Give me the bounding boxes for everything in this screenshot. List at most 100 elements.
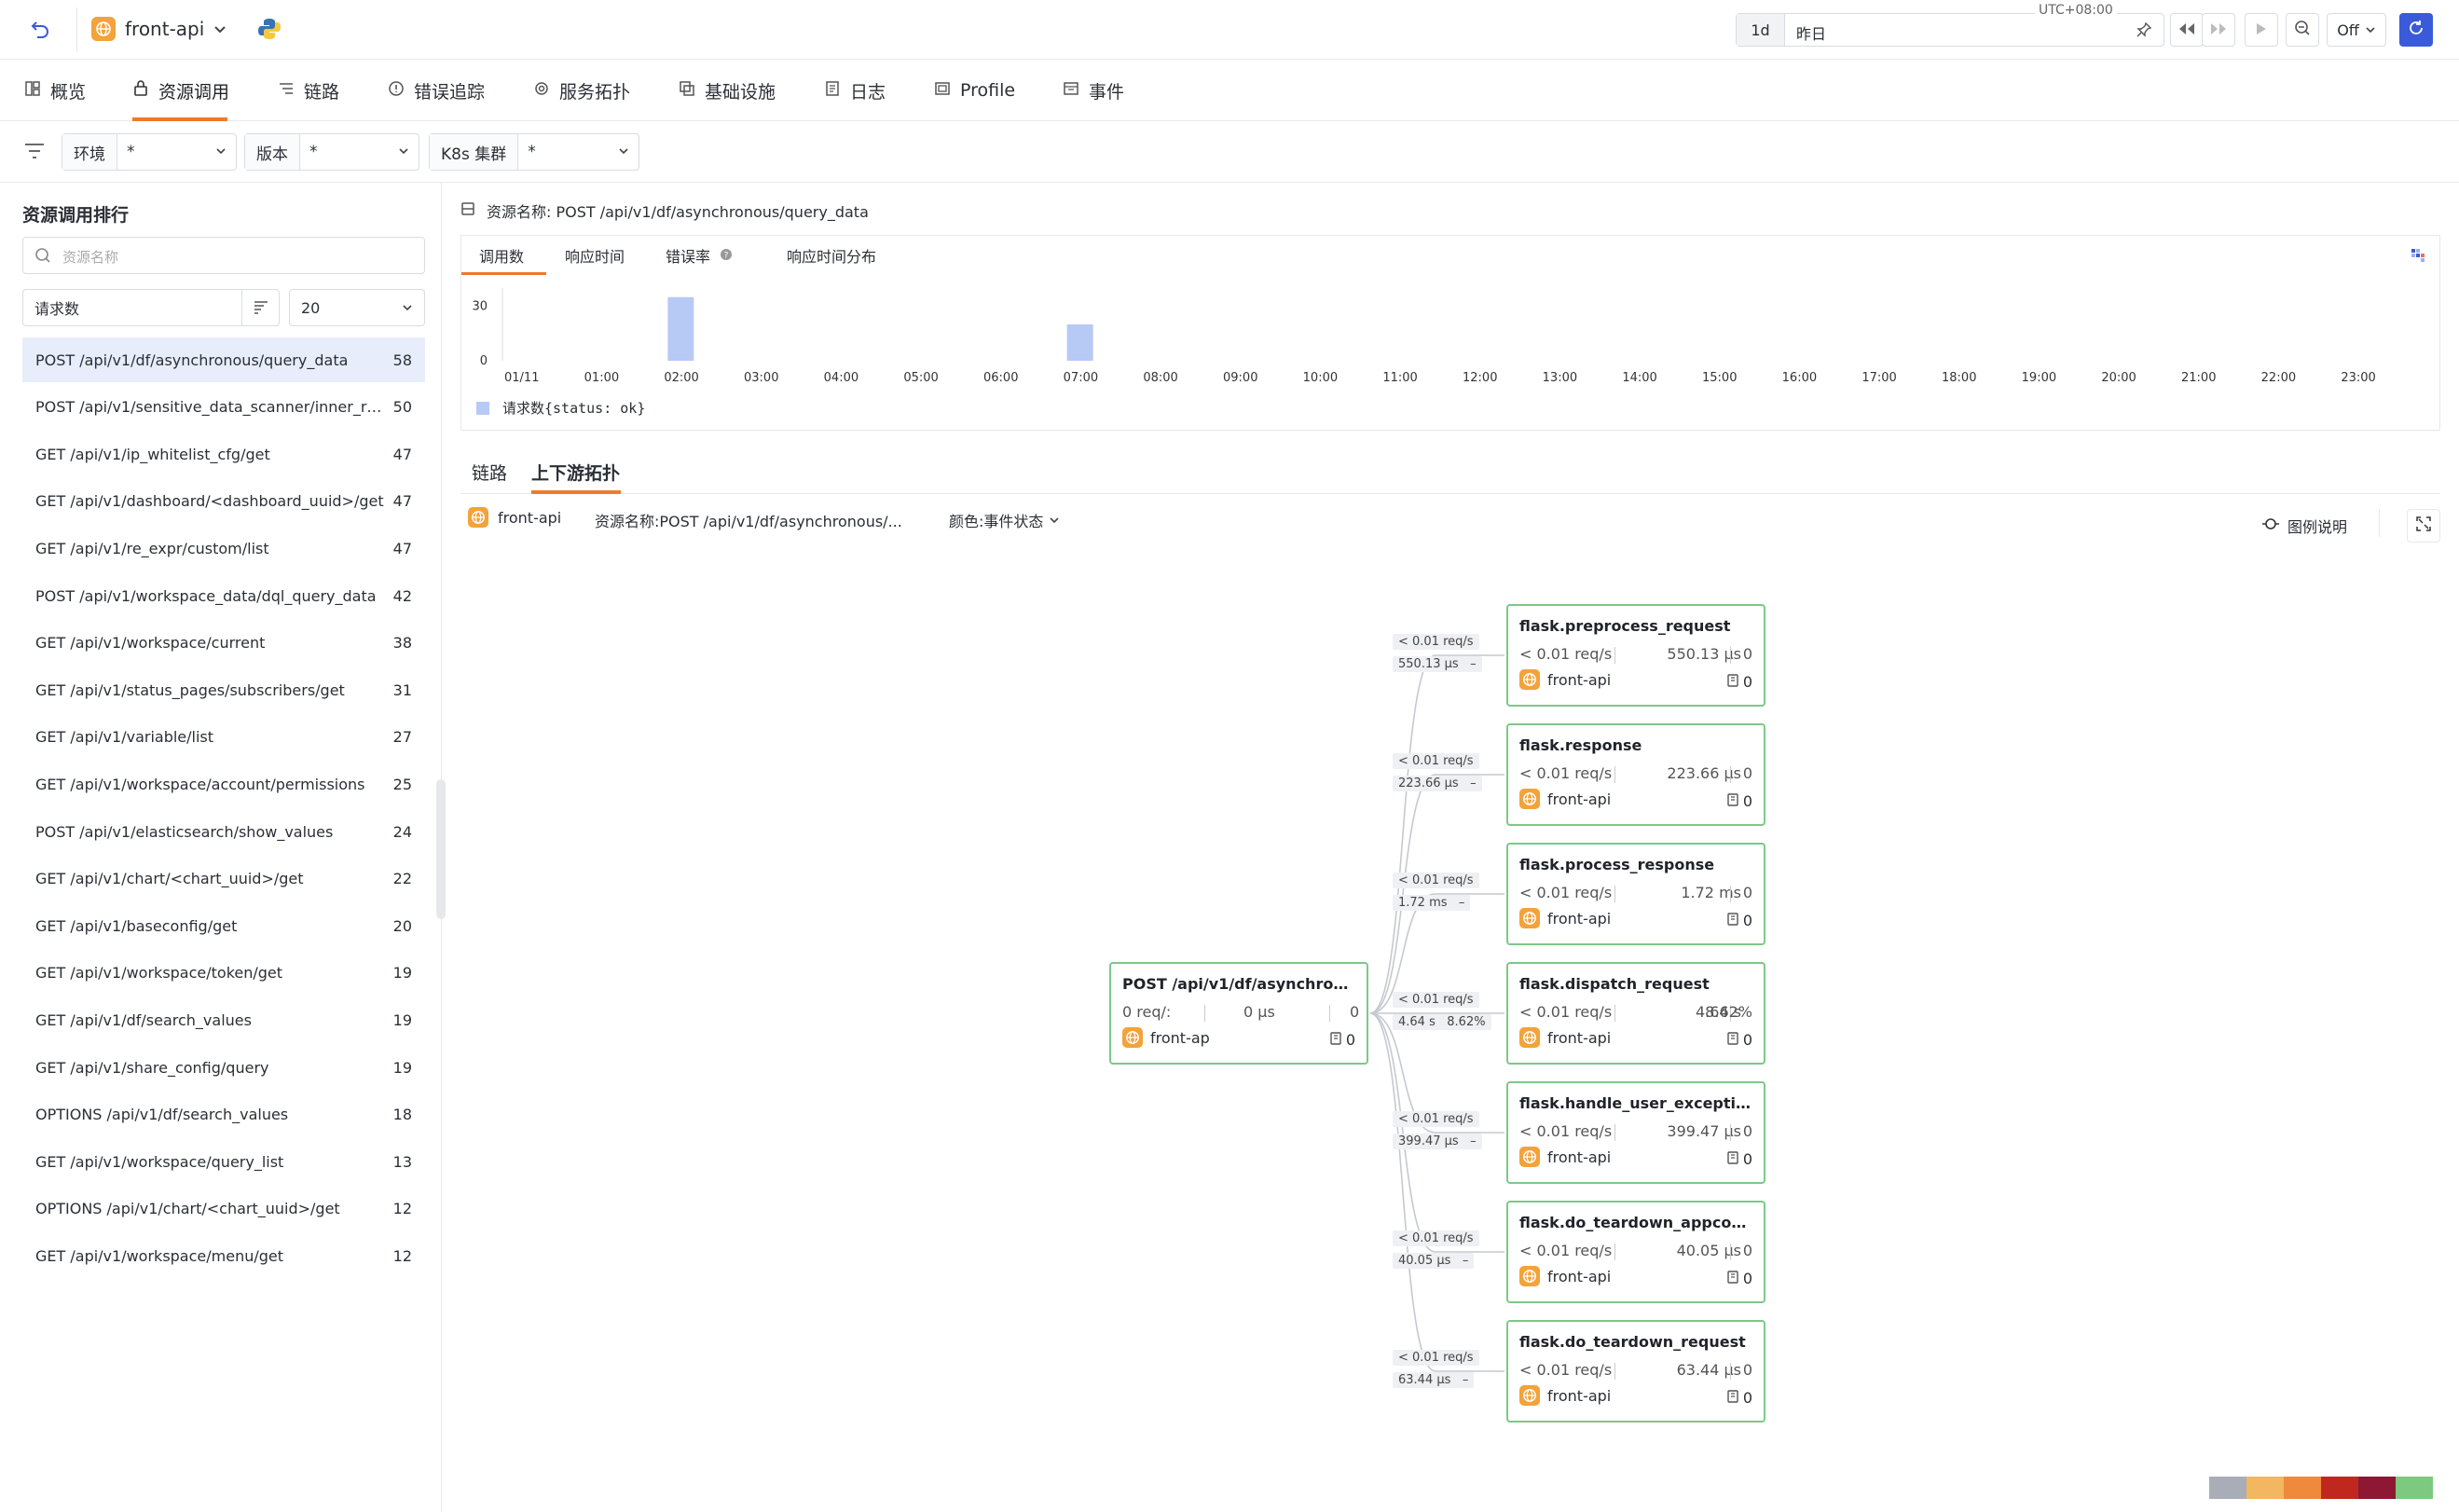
resource-name: POST /api/v1/df/asynchronous/query_data: [35, 351, 349, 369]
list-item[interactable]: GET /api/v1/variable/list 27: [22, 715, 425, 760]
tab-trace[interactable]: 链路: [472, 451, 507, 492]
list-item[interactable]: GET /api/v1/status_pages/subscribers/get…: [22, 667, 425, 712]
tab-traces[interactable]: 链路: [278, 60, 339, 121]
service-name: front-api: [1547, 1386, 1612, 1405]
topology-target-node[interactable]: flask.do_teardown_request < 0.01 req/s 63.…: [1506, 1320, 1765, 1423]
node-title: flask.handle_user_exception: [1519, 1094, 1752, 1112]
tab-label: 错误追踪: [414, 81, 486, 103]
topology-target-node[interactable]: flask.preprocess_request < 0.01 req/s 550.…: [1506, 604, 1765, 707]
color-scale-swatch: [2284, 1477, 2321, 1499]
list-item[interactable]: GET /api/v1/ip_whitelist_cfg/get 47: [22, 432, 425, 476]
tab-service-topology[interactable]: 服务拓扑: [533, 60, 630, 121]
zoom-out-button[interactable]: [2286, 13, 2319, 47]
time-range-picker[interactable]: 1d 昨日 UTC+08:00: [1736, 3, 2164, 47]
legend-explanation-button[interactable]: 图例说明: [2261, 515, 2347, 537]
list-item[interactable]: OPTIONS /api/v1/df/search_values 18: [22, 1093, 425, 1137]
topology-target-node[interactable]: flask.response < 0.01 req/s 223.66 μs 0 fron…: [1506, 723, 1765, 826]
filter-value: *: [528, 143, 536, 161]
list-item[interactable]: GET /api/v1/workspace/query_list 13: [22, 1139, 425, 1184]
tab-label: 链路: [304, 81, 340, 103]
tab-events[interactable]: 事件: [1063, 60, 1124, 121]
list-item[interactable]: GET /api/v1/workspace/current 38: [22, 621, 425, 666]
tab-overview[interactable]: 概览: [24, 60, 86, 121]
list-item[interactable]: POST /api/v1/workspace_data/dql_query_da…: [22, 573, 425, 618]
refresh-mode-select[interactable]: Off: [2327, 13, 2386, 47]
service-selector[interactable]: front-api: [91, 17, 227, 41]
list-item[interactable]: GET /api/v1/df/search_values 19: [22, 997, 425, 1042]
tab-error-tracking[interactable]: 错误追踪: [388, 60, 485, 121]
tab-label: 基础设施: [705, 81, 776, 103]
list-item[interactable]: GET /api/v1/chart/<chart_uuid>/get 22: [22, 857, 425, 901]
back-icon[interactable]: [30, 19, 50, 39]
topology-target-node[interactable]: flask.process_response < 0.01 req/s 1.72 m…: [1506, 843, 1765, 945]
tab-logs[interactable]: 日志: [824, 60, 886, 121]
refresh-button[interactable]: [2399, 13, 2433, 47]
request-count: 12: [392, 1200, 412, 1218]
request-count: 12: [392, 1246, 412, 1265]
sort-metric-select[interactable]: 请求数: [22, 289, 280, 326]
fullscreen-button[interactable]: [2407, 509, 2440, 543]
resource-name: POST /api/v1/workspace_data/dql_query_da…: [35, 586, 377, 605]
globe-icon: [1519, 669, 1540, 690]
fast-forward-button[interactable]: [2202, 13, 2235, 47]
topology-target-node[interactable]: flask.do_teardown_appcontext < 0.01 req/s…: [1506, 1201, 1765, 1303]
tab-profile[interactable]: Profile: [934, 60, 1015, 121]
divider: [1614, 647, 1615, 664]
edge-latency: 399.47 μs: [1398, 1134, 1459, 1148]
edge-latency-label: 399.47 μs –: [1393, 1134, 1482, 1149]
list-item[interactable]: OPTIONS /api/v1/chart/<chart_uuid>/get 12: [22, 1187, 425, 1231]
panel-resize-handle[interactable]: [436, 779, 446, 919]
env-filter[interactable]: 环境 *: [62, 133, 237, 171]
edge-rate-label: < 0.01 req/s: [1393, 992, 1479, 1008]
chart-bar[interactable]: [1066, 324, 1093, 361]
list-item[interactable]: POST /api/v1/elasticsearch/show_values 24: [22, 809, 425, 854]
limit-select[interactable]: 20: [289, 289, 425, 326]
request-count: 42: [392, 586, 412, 605]
list-item[interactable]: GET /api/v1/dashboard/<dashboard_uuid>/g…: [22, 479, 425, 524]
x-tick-label: 15:00: [1702, 371, 1737, 385]
color-scale-swatch: [2246, 1477, 2284, 1499]
k8s-cluster-filter[interactable]: K8s 集群 *: [429, 133, 639, 171]
globe-icon: [91, 17, 116, 41]
rewind-button[interactable]: [2170, 13, 2204, 47]
topology-target-node[interactable]: flask.handle_user_exception < 0.01 req/s 3…: [1506, 1081, 1765, 1184]
list-item[interactable]: GET /api/v1/workspace/menu/get 12: [22, 1233, 425, 1278]
alert-icon: [388, 80, 405, 102]
topology-source-node[interactable]: POST /api/v1/df/asynchronou... 0 req/: 0…: [1109, 962, 1368, 1065]
topology-edge: [1369, 654, 1504, 1014]
search-input[interactable]: 资源名称: [22, 237, 425, 274]
filter-icon[interactable]: [24, 142, 45, 164]
x-tick-label: 12:00: [1463, 371, 1497, 385]
pin-icon[interactable]: [2136, 21, 2152, 42]
sort-order-icon[interactable]: [241, 290, 279, 325]
edge-error: –: [1462, 1373, 1469, 1387]
list-item[interactable]: GET /api/v1/share_config/query 19: [22, 1045, 425, 1090]
list-item[interactable]: POST /api/v1/sensitive_data_scanner/inne…: [22, 385, 425, 430]
list-item[interactable]: GET /api/v1/workspace/token/get 19: [22, 951, 425, 996]
node-latency: 550.13 μs: [1667, 645, 1741, 663]
tab-resource-calls[interactable]: 资源调用: [132, 60, 229, 121]
chart-legend[interactable]: 请求数{status: ok}: [476, 398, 645, 418]
topology-edge: [1369, 1012, 1504, 1253]
divider: [1730, 1244, 1731, 1260]
topology-target-node[interactable]: flask.dispatch_request < 0.01 req/s 4.64 s…: [1506, 962, 1765, 1065]
divider: [76, 7, 77, 52]
refresh-icon: [2408, 20, 2425, 40]
topology-resource-label: 资源名称:POST /api/v1/df/asynchronous/...: [595, 513, 902, 530]
list-item[interactable]: POST /api/v1/df/asynchronous/query_data 5…: [22, 337, 425, 382]
edge-latency-label: 63.44 μs –: [1393, 1372, 1475, 1388]
node-errors: 8.62%: [1705, 1003, 1752, 1021]
y-tick-label: 30: [472, 300, 488, 314]
list-item[interactable]: GET /api/v1/baseconfig/get 20: [22, 903, 425, 948]
list-item[interactable]: GET /api/v1/workspace/account/permission…: [22, 762, 425, 806]
chart-bar[interactable]: [667, 296, 694, 361]
list-item[interactable]: GET /api/v1/re_expr/custom/list 47: [22, 526, 425, 570]
topology-service[interactable]: front-api: [468, 507, 561, 528]
version-filter[interactable]: 版本 *: [244, 133, 419, 171]
play-button[interactable]: [2245, 13, 2278, 47]
tab-upstream-downstream-topology[interactable]: 上下游拓扑: [531, 451, 620, 492]
tab-infrastructure[interactable]: 基础设施: [679, 60, 776, 121]
limit-value: 20: [301, 298, 321, 317]
color-mode-select[interactable]: 颜色:事件状态: [949, 509, 1060, 531]
node-count: 0: [1726, 1389, 1752, 1407]
